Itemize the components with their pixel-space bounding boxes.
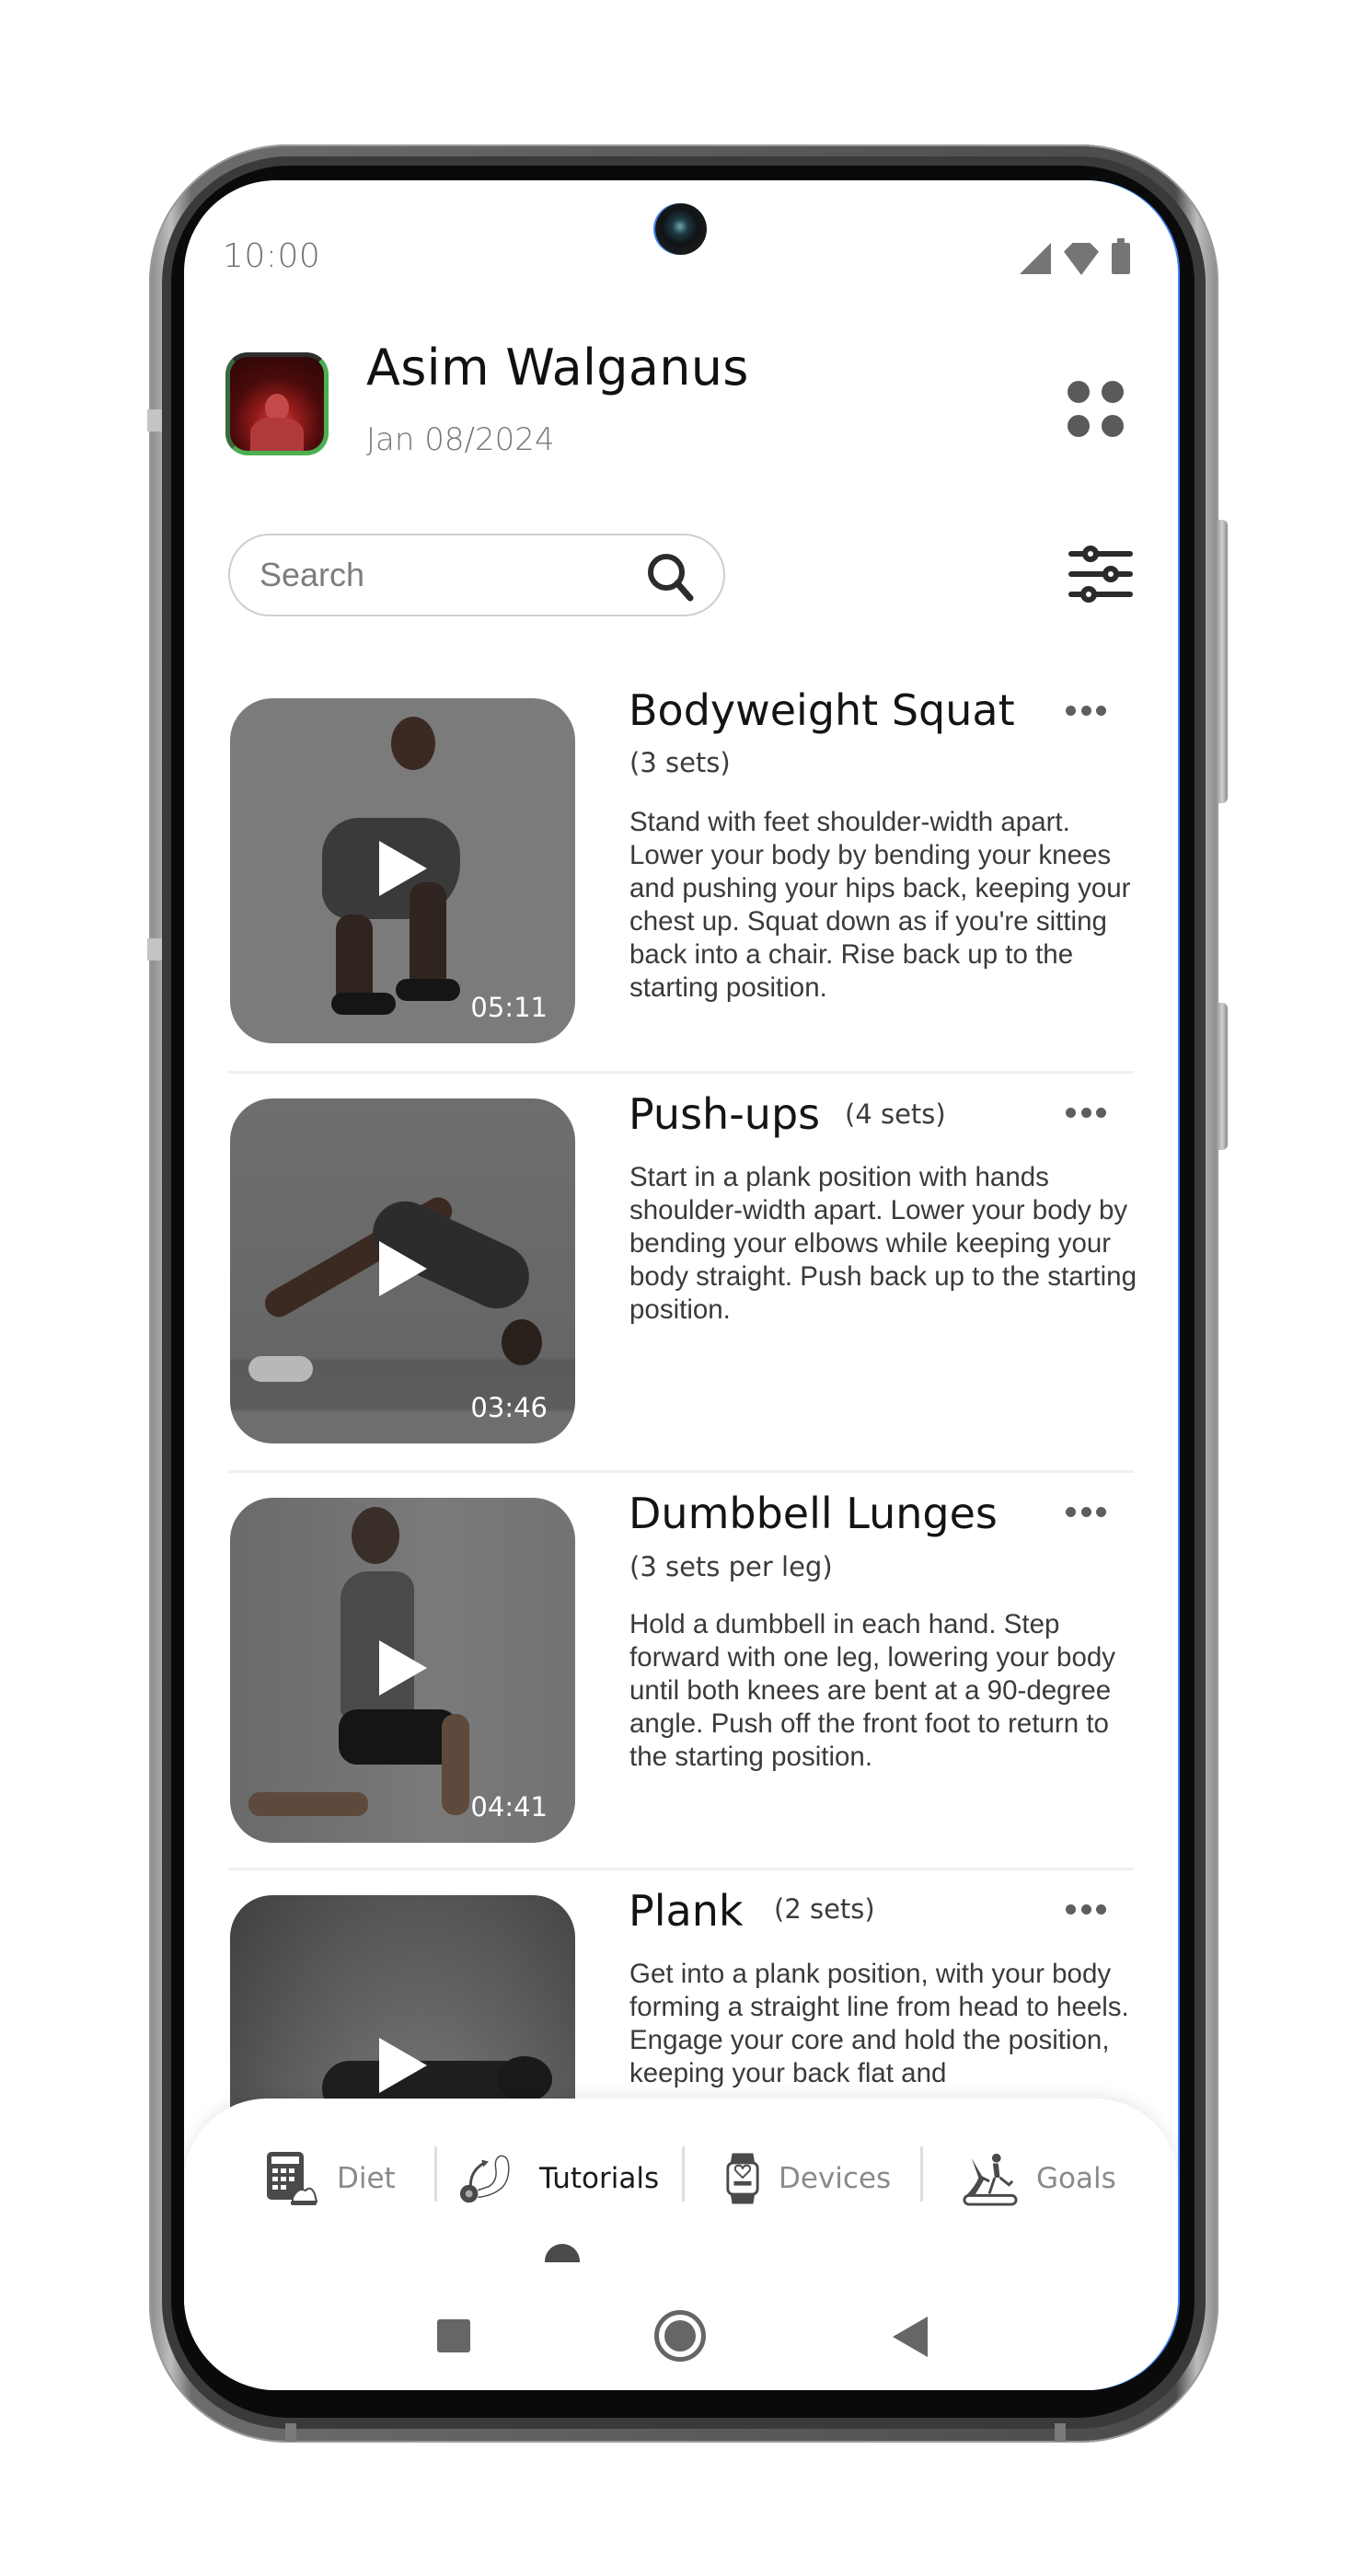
- more-options-icon[interactable]: [1066, 1108, 1106, 1119]
- exercise-figure: [410, 882, 446, 993]
- nav-item-tutorials[interactable]: Tutorials: [458, 2146, 659, 2211]
- search-bar: [228, 534, 725, 616]
- nav-label: Goals: [1036, 2162, 1116, 2195]
- front-camera: [655, 203, 707, 255]
- antenna-band: [147, 409, 162, 431]
- nav-separator: [682, 2146, 685, 2202]
- calculator-food-icon: [267, 2152, 318, 2205]
- status-icons: [1020, 238, 1130, 274]
- video-duration: 04:41: [470, 1791, 548, 1823]
- list-divider: [228, 1868, 1134, 1870]
- play-icon[interactable]: [379, 841, 427, 896]
- exercise-card[interactable]: 03:46 Push-ups (4 sets) Start in a plank…: [228, 1089, 1137, 1466]
- play-icon[interactable]: [379, 1241, 427, 1296]
- exercise-sets: (3 sets): [629, 747, 731, 778]
- exercise-figure: [248, 1792, 368, 1816]
- current-date: Jan 08/2024: [366, 421, 555, 458]
- back-button[interactable]: [893, 2317, 928, 2357]
- exercise-sets: (4 sets): [845, 1098, 946, 1130]
- antenna-band: [285, 2423, 296, 2442]
- signal-icon: [1020, 243, 1051, 274]
- more-options-icon[interactable]: [1066, 1507, 1106, 1518]
- exercise-title: Dumbbell Lunges: [629, 1489, 998, 1538]
- treadmill-runner-icon: [963, 2153, 1018, 2206]
- exercise-figure: [248, 1356, 313, 1382]
- nav-item-goals[interactable]: Goals: [963, 2146, 1116, 2211]
- active-tab-indicator: [545, 2244, 580, 2262]
- video-duration: 05:11: [470, 992, 548, 1023]
- exercise-figure: [502, 1319, 542, 1365]
- antenna-band: [147, 938, 162, 960]
- exercise-description: Get into a plank position, with your bod…: [629, 1959, 1129, 2088]
- more-options-icon[interactable]: [1066, 706, 1106, 717]
- video-thumbnail[interactable]: 04:41: [230, 1498, 575, 1843]
- search-icon[interactable]: [644, 550, 696, 602]
- exercise-title: Push-ups: [629, 1089, 821, 1139]
- power-button: [1217, 1003, 1228, 1150]
- nav-label: Diet: [337, 2162, 396, 2195]
- arm-dumbbell-icon: [459, 2155, 510, 2203]
- nav-separator: [920, 2146, 923, 2202]
- exercise-card[interactable]: 05:11 Bodyweight Squat (3 sets) Stand wi…: [228, 685, 1134, 1066]
- exercise-description: Stand with feet shoulder-width apart. Lo…: [629, 807, 1131, 1003]
- phone-screen: 10:00 Asim Walganus Jan 08/2024 Search 0…: [184, 180, 1178, 2390]
- nav-separator: [434, 2146, 437, 2202]
- home-button[interactable]: [654, 2310, 706, 2362]
- exercise-figure: [331, 993, 396, 1015]
- recents-button[interactable]: [437, 2319, 470, 2352]
- antenna-band: [1055, 2423, 1066, 2442]
- avatar[interactable]: [225, 352, 329, 455]
- nav-label: Devices: [779, 2162, 892, 2195]
- play-icon[interactable]: [379, 1640, 427, 1696]
- exercise-description: Hold a dumbbell in each hand. Step forwa…: [629, 1609, 1116, 1772]
- status-time: 10:00: [223, 237, 321, 275]
- nav-item-devices[interactable]: Devices: [725, 2146, 891, 2211]
- list-divider: [228, 1470, 1134, 1473]
- nav-item-diet[interactable]: Diet: [265, 2146, 396, 2211]
- battery-icon: [1112, 238, 1130, 274]
- grid-dots-icon[interactable]: [1068, 381, 1125, 438]
- nav-label: Tutorials: [539, 2162, 660, 2195]
- exercise-figure: [497, 2056, 552, 2102]
- exercise-card[interactable]: 04:41 Dumbbell Lunges (3 sets per leg) H…: [228, 1489, 1134, 1866]
- more-options-icon[interactable]: [1066, 1904, 1106, 1915]
- exercise-sets: (2 sets): [774, 1893, 875, 1925]
- video-duration: 03:46: [470, 1392, 548, 1423]
- smartwatch-icon: [726, 2153, 759, 2204]
- exercise-title: Plank: [629, 1886, 744, 1936]
- search-input[interactable]: [260, 552, 609, 598]
- exercise-figure: [339, 1709, 458, 1765]
- system-nav-bar: [184, 2301, 1178, 2375]
- exercise-figure: [442, 1714, 469, 1815]
- play-icon[interactable]: [379, 2038, 427, 2093]
- user-name: Asim Walganus: [366, 339, 749, 397]
- volume-button: [1217, 520, 1228, 803]
- exercise-figure: [391, 717, 435, 770]
- exercise-sets: (3 sets per leg): [629, 1551, 833, 1582]
- wifi-icon: [1064, 243, 1099, 274]
- exercise-figure: [352, 1507, 399, 1564]
- exercise-figure: [396, 979, 460, 1001]
- video-thumbnail[interactable]: 05:11: [230, 698, 575, 1043]
- list-divider: [228, 1071, 1134, 1074]
- filter-sliders-icon[interactable]: [1068, 541, 1134, 607]
- video-thumbnail[interactable]: 03:46: [230, 1098, 575, 1443]
- exercise-title: Bodyweight Squat: [629, 685, 1015, 735]
- exercise-description: Start in a plank position with hands sho…: [629, 1162, 1137, 1325]
